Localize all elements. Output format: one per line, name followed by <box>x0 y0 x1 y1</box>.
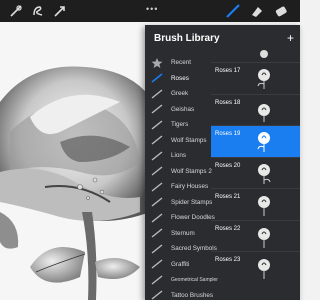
rose-stamp-thumbnail <box>258 259 270 279</box>
brush-set-item[interactable]: Greek <box>145 86 211 102</box>
brush-stroke-icon <box>151 89 163 99</box>
brush-item-partial[interactable] <box>211 50 300 62</box>
brush-set-label: Graffiti <box>171 260 190 268</box>
add-brush-set-icon[interactable]: + <box>287 31 294 45</box>
brush-stroke-icon <box>151 166 163 176</box>
brush-icon[interactable] <box>224 3 242 19</box>
brush-set-item[interactable]: Roses <box>145 71 211 87</box>
brush-stroke-icon <box>151 104 163 114</box>
smudge-icon[interactable] <box>248 3 266 19</box>
brush-set-item[interactable]: Geishas <box>145 102 211 118</box>
brush-item[interactable]: Roses 20 <box>211 156 300 189</box>
brush-set-item[interactable]: Tattoo Brushes <box>145 288 214 300</box>
rose-stamp-thumbnail <box>258 227 270 248</box>
brush-set-label: Flower Doodles <box>171 214 215 222</box>
brush-label: Roses 22 <box>215 225 241 232</box>
rose-stamp-thumbnail <box>258 103 270 122</box>
brush-set-item[interactable]: Recent <box>145 55 211 71</box>
brush-set-item[interactable]: Wolf Stamps <box>145 133 211 149</box>
brush-set-item[interactable]: Sternum <box>145 226 211 242</box>
brush-item[interactable]: Roses 18 <box>211 93 300 126</box>
brush-stroke-icon <box>151 120 163 130</box>
brush-item[interactable]: Roses 17 <box>211 62 300 94</box>
brush-label: Roses 19 <box>215 131 241 137</box>
brush-set-label: Fairy Houses <box>171 183 209 191</box>
brush-set-label: Recent <box>171 59 191 67</box>
brush-set-item[interactable]: Flower Doodles <box>145 210 215 226</box>
brush-set-label: Lions <box>171 152 187 160</box>
brush-set-label: Sacred Symbols <box>171 245 217 253</box>
brush-stroke-icon <box>151 259 163 269</box>
brush-stroke-icon <box>151 197 163 207</box>
star-icon <box>151 57 163 68</box>
brush-stroke-icon <box>151 275 163 285</box>
brush-set-label: Geishas <box>171 105 195 113</box>
brush-item-selected[interactable]: Roses 19 <box>211 125 300 157</box>
brush-set-label: Tattoo Brushes <box>171 291 214 299</box>
brush-label: Roses 20 <box>215 162 241 169</box>
brush-set-label: Sternum <box>171 229 195 237</box>
brush-stroke-icon <box>151 228 163 238</box>
brush-stroke-icon <box>151 151 163 161</box>
rose-stamp-thumbnail <box>258 163 271 184</box>
brush-set-label: Tigers <box>171 121 189 129</box>
brush-set-label: Wolf Stamps <box>171 136 207 144</box>
brush-set-label: Spider Stamps <box>171 198 213 206</box>
brush-list: Roses 17 Roses 18 Roses 19 Roses 20 Rose… <box>211 50 300 300</box>
brush-set-list: Recent Roses Greek Geishas Tigers Wolf S… <box>145 55 218 300</box>
brush-set-item[interactable]: Spider Stamps <box>145 195 213 211</box>
rose-stamp-thumbnail <box>260 50 268 58</box>
brush-stroke-icon <box>151 73 163 83</box>
brush-label: Roses 23 <box>215 257 241 263</box>
brush-set-label: Roses <box>171 74 189 82</box>
more-options-icon[interactable]: ••• <box>146 4 158 14</box>
brush-stroke-icon <box>151 182 163 192</box>
brush-stroke-icon <box>151 135 163 145</box>
brush-item[interactable]: Roses 23 <box>211 251 300 283</box>
brush-label: Roses 21 <box>215 194 241 200</box>
brush-item[interactable]: Roses 22 <box>211 219 300 252</box>
brush-stroke-icon <box>151 213 163 223</box>
top-toolbar: ••• <box>0 0 300 22</box>
panel-title: Brush Library <box>154 33 220 44</box>
brush-set-item[interactable]: Sacred Symbols <box>145 241 217 257</box>
brush-library-panel: Brush Library + Recent Roses Greek Geish… <box>145 25 300 300</box>
brush-set-item[interactable]: Tigers <box>145 117 211 133</box>
brush-item[interactable]: Roses 21 <box>211 188 300 220</box>
brush-set-item[interactable]: Geometrical Sampler <box>145 272 218 288</box>
adjustments-icon[interactable] <box>8 3 24 19</box>
rose-stamp-thumbnail <box>257 69 270 89</box>
brush-label: Roses 17 <box>215 68 241 74</box>
brush-set-item[interactable]: Fairy Houses <box>145 179 211 195</box>
brush-set-label: Greek <box>171 90 189 98</box>
rose-stamp-thumbnail <box>258 196 270 216</box>
brush-stroke-icon <box>151 290 163 300</box>
brush-stroke-icon <box>151 244 163 254</box>
transform-icon[interactable] <box>52 3 68 19</box>
brush-label: Roses 18 <box>215 99 241 106</box>
brush-set-label: Wolf Stamps 2 <box>171 167 212 175</box>
brush-set-item[interactable]: Lions <box>145 148 211 164</box>
brush-set-item[interactable]: Graffiti <box>145 257 211 273</box>
brush-set-item[interactable]: Wolf Stamps 2 <box>145 164 212 180</box>
selection-icon[interactable] <box>30 3 46 19</box>
eraser-icon[interactable] <box>272 3 290 19</box>
rose-stamp-thumbnail <box>257 132 270 152</box>
